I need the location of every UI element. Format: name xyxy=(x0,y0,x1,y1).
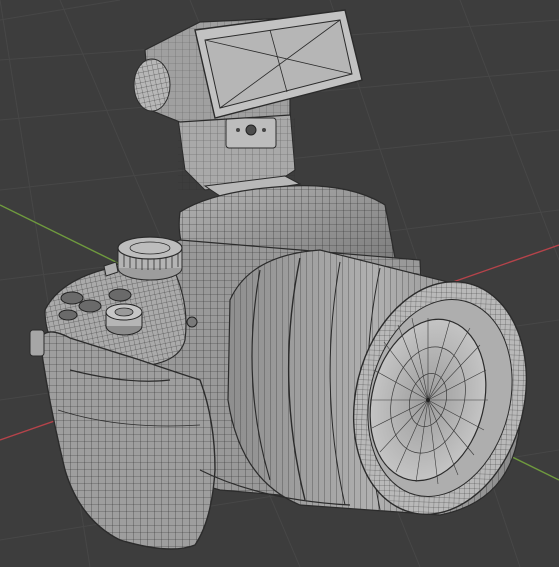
button-2-icon[interactable] xyxy=(78,299,102,313)
camera-lens[interactable] xyxy=(227,249,550,533)
3d-viewport[interactable] xyxy=(0,0,559,567)
shutter-button-icon[interactable] xyxy=(105,303,143,336)
strap-lug-icon xyxy=(29,329,45,357)
mode-dial-icon[interactable] xyxy=(117,236,183,281)
flash-unit[interactable] xyxy=(133,9,363,197)
button-4-icon[interactable] xyxy=(58,309,78,321)
lens-release-icon[interactable] xyxy=(186,316,198,328)
button-3-icon[interactable] xyxy=(108,288,132,302)
button-1-icon[interactable] xyxy=(60,291,84,305)
flash-sensor-icon xyxy=(245,124,257,136)
